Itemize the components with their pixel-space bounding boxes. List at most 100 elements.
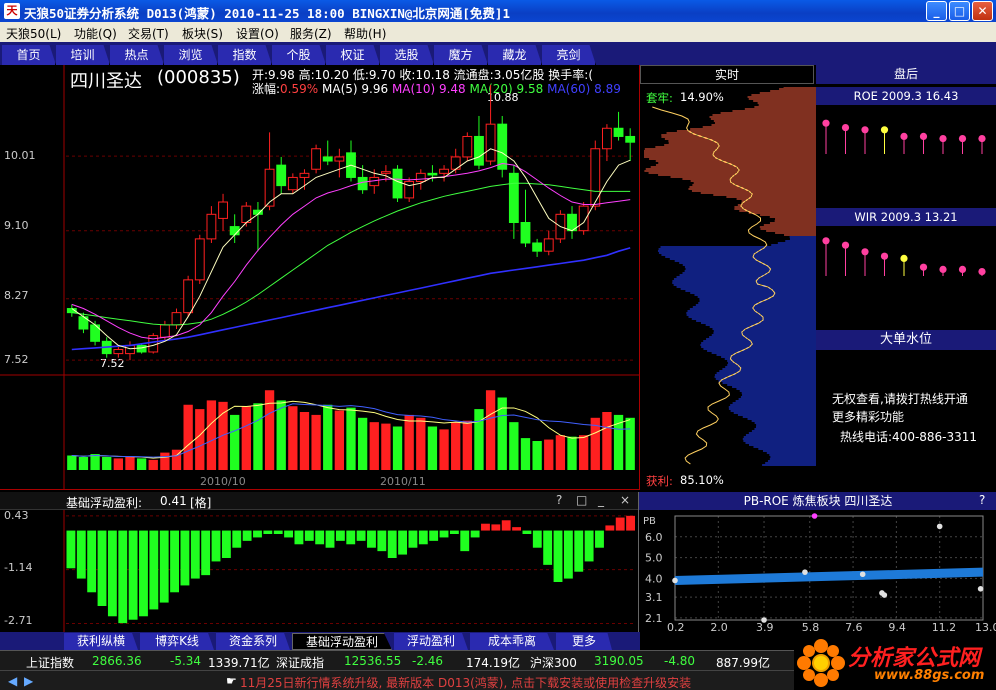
pbroe-help-icon[interactable]: ? (979, 493, 985, 507)
indicator-bar (553, 530, 563, 582)
volume-bar (392, 426, 403, 470)
tianlang-logo-icon: 天 (4, 3, 20, 19)
tab-home[interactable]: 首页 (2, 45, 56, 65)
brand-url: www.88gs.com (874, 668, 985, 683)
maximize-button[interactable]: □ (949, 1, 970, 21)
lollipop-head (880, 252, 889, 260)
volume-bar (323, 404, 333, 470)
hotline: 热线电话:400-886-3311 (840, 430, 978, 444)
indicator-bar (491, 524, 501, 531)
minimize-button[interactable]: _ (926, 1, 947, 21)
indicator-svg (63, 510, 636, 632)
indicator-bar (263, 530, 273, 534)
candle-body (532, 242, 543, 252)
tab-cube[interactable]: 魔方 (434, 45, 488, 65)
indicator-panel[interactable]: 基础浮动盈利: 0.41 [格] ? □ _ × 0.43 -1.14 -2.7… (0, 492, 640, 632)
candle-body (334, 156, 345, 162)
indicator-bar (543, 530, 553, 565)
nav-toolbar: 首页 培训 热点 浏览 指数 个股 权证 选股 魔方 藏龙 亮剑 (0, 42, 996, 65)
tab-warrant[interactable]: 权证 (326, 45, 380, 65)
tab-after-hours[interactable]: 盘后 (816, 65, 996, 84)
volume-bar (520, 438, 531, 470)
tab-sword[interactable]: 亮剑 (542, 45, 596, 65)
tab-browse[interactable]: 浏览 (164, 45, 218, 65)
scroll-right-icon[interactable]: ▶ (24, 674, 33, 688)
volume-bar (532, 441, 542, 470)
indicator-bar (615, 517, 625, 531)
scatter-point (936, 523, 943, 530)
menu-help[interactable]: 帮助(H) (344, 25, 386, 42)
volume-bar (462, 420, 472, 470)
scatter-point (859, 571, 866, 578)
tab-index[interactable]: 指数 (218, 45, 272, 65)
volume-bar (253, 403, 263, 470)
scatter-point (802, 569, 808, 575)
candle-body (218, 201, 228, 219)
candle-body (497, 123, 508, 170)
volume-bar (369, 422, 379, 470)
volume-bar (509, 422, 519, 470)
candle-body (427, 172, 438, 176)
volume-bar (357, 417, 368, 470)
indicator-bar (377, 530, 387, 552)
window-title: 天狼50证券分析系统 D013(鸿蒙) 2010-11-25 18:00 BIN… (24, 6, 510, 21)
candle-body (474, 135, 484, 166)
indicator-bar (87, 530, 97, 593)
volume-bar (381, 423, 391, 470)
candle-body (625, 135, 636, 143)
tab-more[interactable]: 更多 (556, 633, 612, 650)
candle-body (322, 156, 333, 162)
tab-stock[interactable]: 个股 (272, 45, 326, 65)
indicator-bar (128, 530, 138, 620)
tab-hotspot[interactable]: 热点 (110, 45, 164, 65)
menu-trade[interactable]: 交易(T) (128, 25, 169, 42)
indicator-bar (66, 530, 76, 569)
indicator-bar (253, 530, 262, 538)
lollipop-head (939, 265, 947, 273)
x-tick-label: 7.6 (845, 621, 863, 632)
close-button[interactable]: ✕ (972, 1, 993, 21)
volume-bar (276, 400, 286, 470)
tab-capital-series[interactable]: 资金系列 (216, 633, 290, 650)
indicator-bar (574, 530, 584, 572)
volume-bar (451, 422, 461, 470)
volume-bar (125, 456, 135, 470)
indicator-bar (449, 530, 459, 534)
lollipop-head (919, 132, 928, 140)
pbroe-panel[interactable]: PB-ROE 炼焦板块 四川圣达 ? PB 6.0 5.0 4.0 3.1 2.1 0.2 2… (638, 492, 996, 632)
index-name[interactable]: 上证指数 (26, 654, 74, 671)
candle-body (601, 127, 612, 150)
scroll-left-icon[interactable]: ◀ (8, 674, 17, 688)
x-tick-label: 0.2 (667, 621, 685, 632)
index-value: 12536.55 (344, 654, 402, 668)
update-notice[interactable]: 11月25日新行情系统升级, 最新版本 D013(鸿蒙), 点击下载安装或使用检… (240, 674, 691, 690)
x-tick-label: 2.0 (710, 621, 728, 632)
tab-game-kline[interactable]: 博弈K线 (140, 633, 214, 650)
tab-realtime[interactable]: 实时 (640, 65, 814, 84)
tab-training[interactable]: 培训 (56, 45, 110, 65)
indicator-bar (76, 530, 86, 579)
indicator-bar (470, 530, 480, 538)
indicator-bar (429, 530, 439, 541)
volume-bar (90, 454, 100, 470)
tab-hidden-dragon[interactable]: 藏龙 (488, 45, 542, 65)
index-name[interactable]: 沪深300 (530, 654, 577, 671)
menu-service[interactable]: 服务(Z) (290, 25, 332, 42)
wir-header: WIR 2009.3 13.21 (816, 208, 996, 226)
volume-bar (183, 404, 193, 470)
tab-basic-floating-profit[interactable]: 基础浮动盈利 (292, 633, 392, 650)
index-name[interactable]: 深证成指 (276, 654, 324, 671)
indicator-bar (532, 530, 542, 548)
indicator-bar (180, 530, 190, 586)
tab-floating-profit[interactable]: 浮动盈利 (394, 633, 468, 650)
tab-profit-range[interactable]: 获利纵横 (64, 633, 138, 650)
menu-tianlang[interactable]: 天狼50(L) (6, 25, 61, 42)
tab-cost-deviation[interactable]: 成本乖离 (470, 633, 554, 650)
menu-sector[interactable]: 板块(S) (182, 25, 223, 42)
lollipop-head (841, 241, 850, 249)
menu-settings[interactable]: 设置(O) (236, 25, 279, 42)
tab-screener[interactable]: 选股 (380, 45, 434, 65)
volume-bar (148, 459, 158, 470)
menu-function[interactable]: 功能(Q) (74, 25, 117, 42)
kline-chart-panel[interactable]: 四川圣达 (000835) 开:9.98 高:10.20 低:9.70 收:10… (0, 65, 640, 490)
